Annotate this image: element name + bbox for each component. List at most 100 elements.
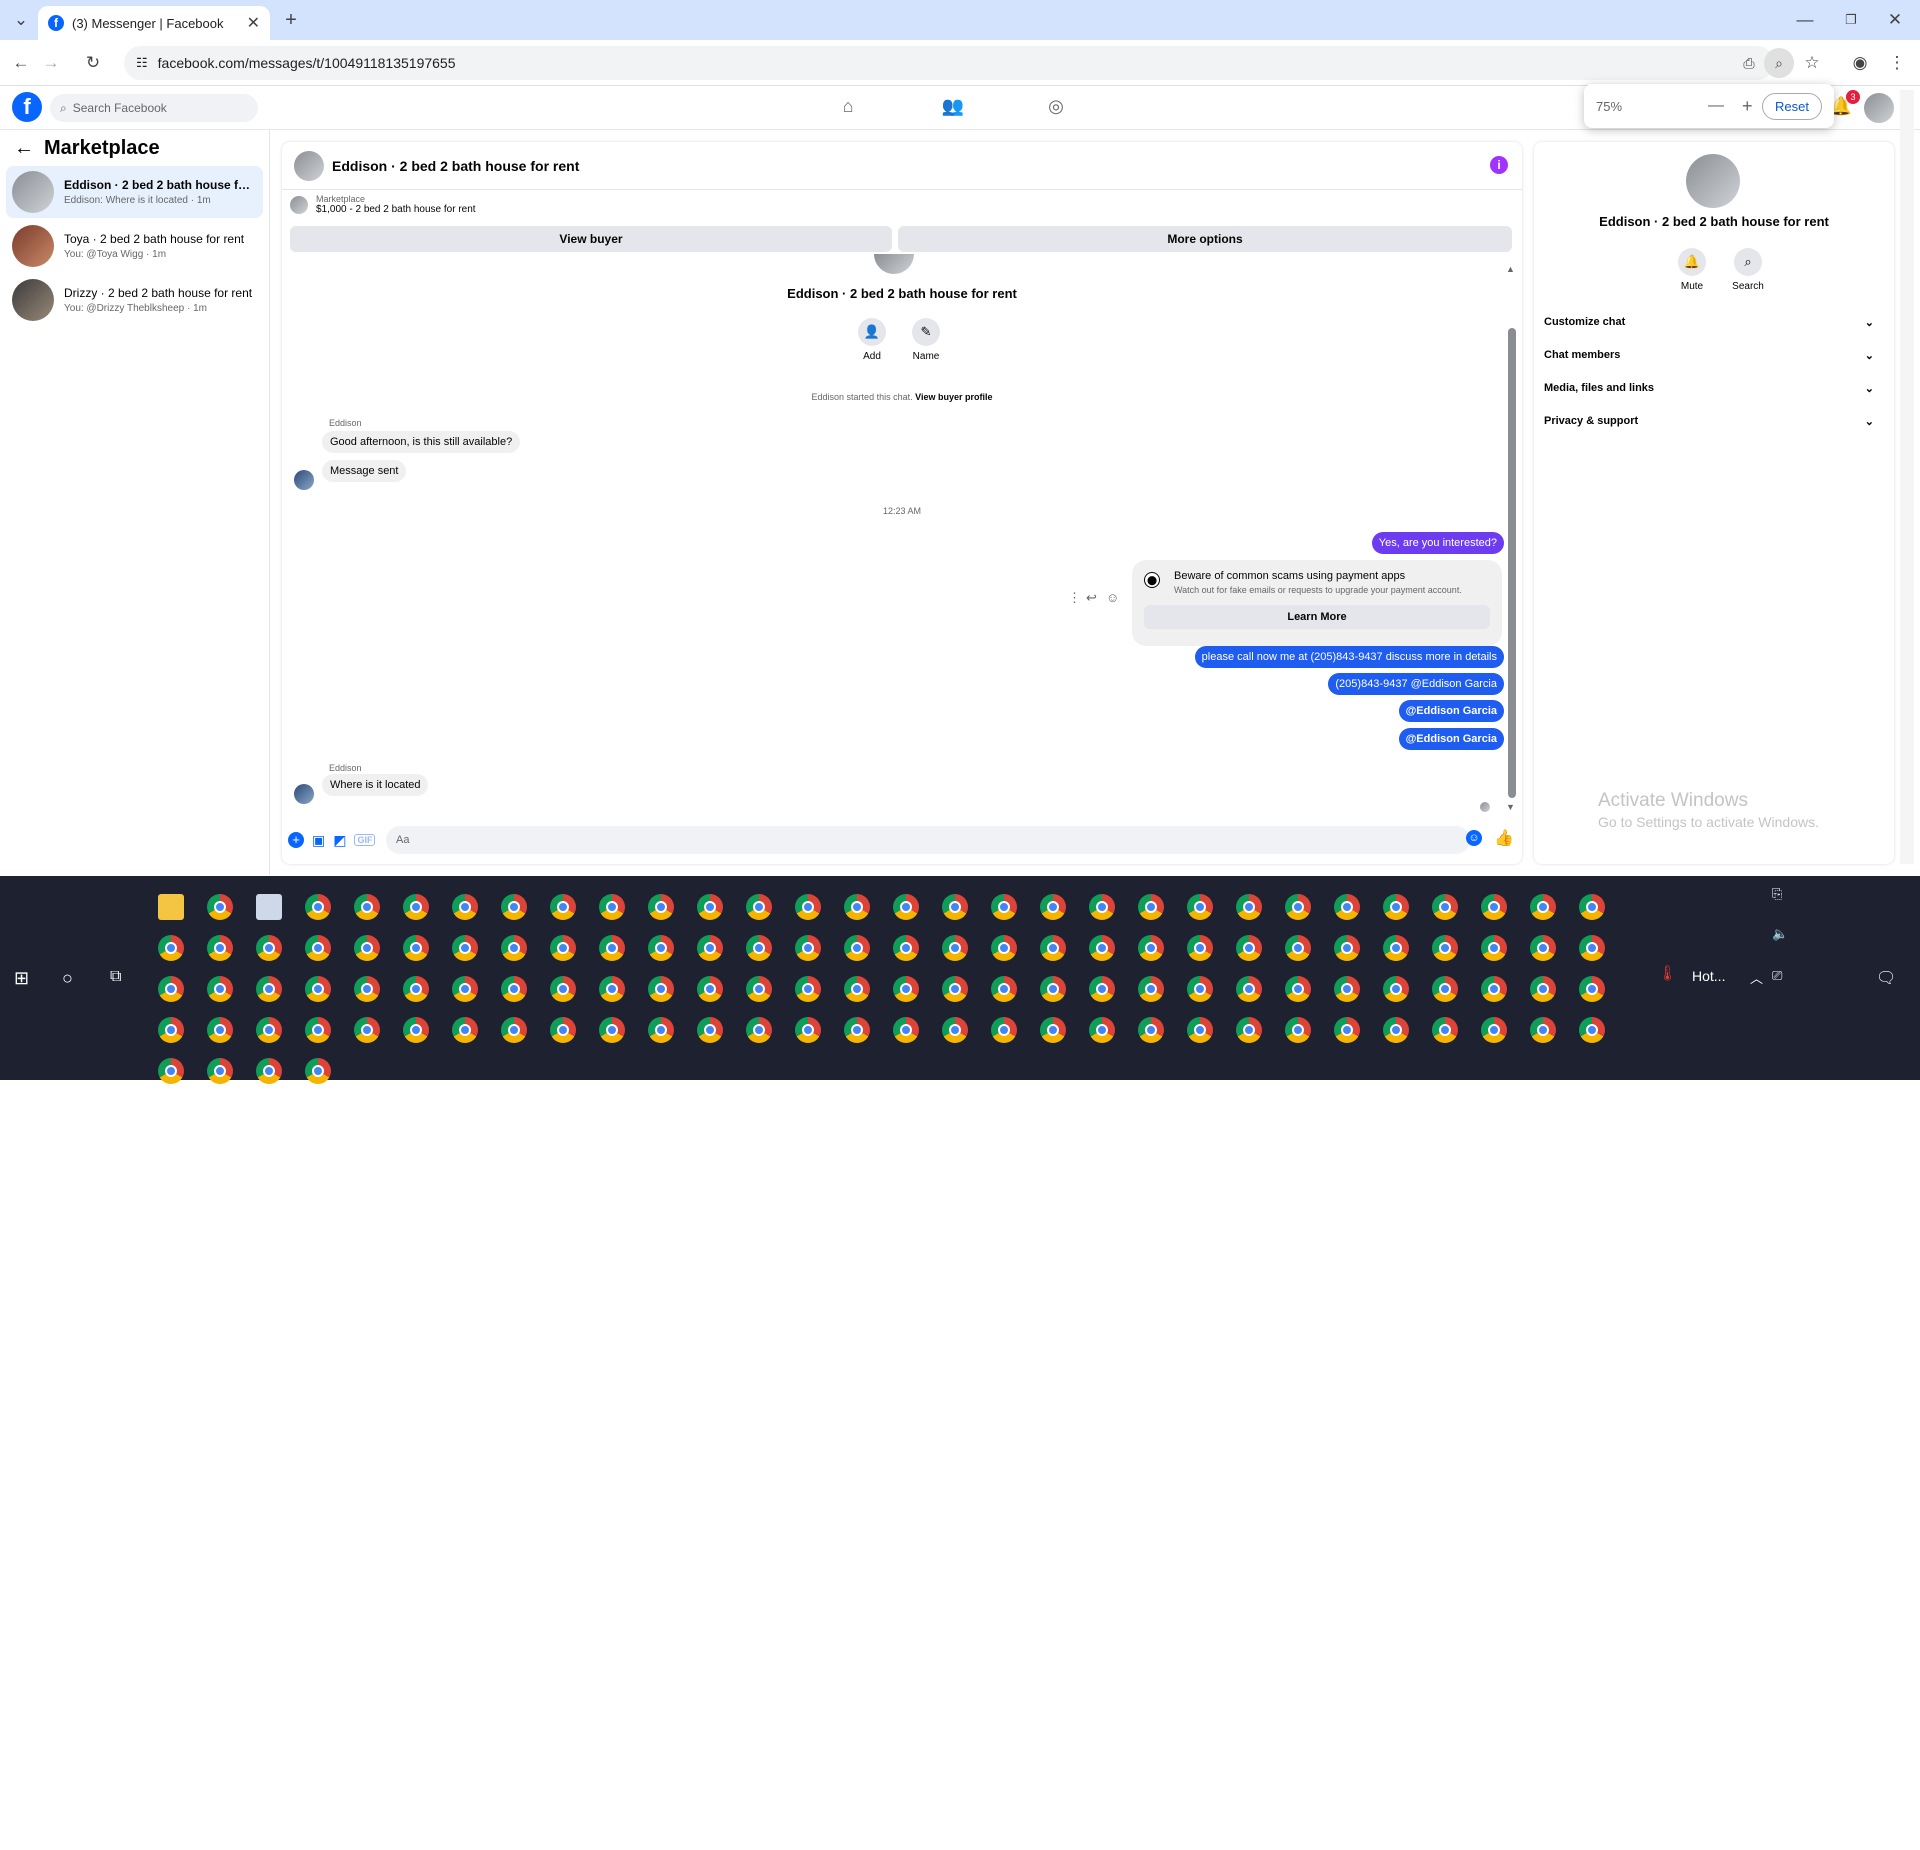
chrome-taskbar-icon[interactable] [1579, 976, 1605, 1002]
chrome-taskbar-icon[interactable] [305, 1058, 331, 1084]
plus-icon[interactable]: + [288, 832, 304, 848]
chrome-taskbar-icon[interactable] [158, 1058, 184, 1084]
chrome-taskbar-icon[interactable] [354, 935, 380, 961]
windows-start-icon[interactable]: ⊞ [14, 968, 29, 989]
add-people-button[interactable]: 👤 Add [852, 318, 892, 362]
chrome-taskbar-icon[interactable] [746, 976, 772, 1002]
chrome-taskbar-icon[interactable] [844, 1017, 870, 1043]
chrome-taskbar-icon[interactable] [1040, 935, 1066, 961]
chrome-taskbar-icon[interactable] [207, 1058, 233, 1084]
chrome-taskbar-icon[interactable] [1236, 894, 1262, 920]
chrome-taskbar-icon[interactable] [501, 1017, 527, 1043]
groups-icon[interactable]: ◎ [1043, 96, 1069, 120]
app-icon[interactable] [256, 894, 282, 920]
install-app-icon[interactable]: ⎙ [1734, 48, 1764, 78]
chrome-taskbar-icon[interactable] [158, 976, 184, 1002]
chrome-taskbar-icon[interactable] [1530, 976, 1556, 1002]
minimize-icon[interactable]: — [1790, 5, 1820, 35]
chrome-taskbar-icon[interactable] [991, 894, 1017, 920]
chrome-taskbar-icon[interactable] [452, 894, 478, 920]
chrome-taskbar-icon[interactable] [256, 1017, 282, 1043]
privacy-support-option[interactable]: Privacy & support ⌄ [1544, 415, 1874, 428]
close-window-icon[interactable]: ✕ [1880, 5, 1910, 35]
chrome-taskbar-icon[interactable] [697, 976, 723, 1002]
outgoing-message[interactable]: Yes, are you interested? [1371, 532, 1504, 554]
zoom-icon[interactable]: ⌕ [1764, 48, 1794, 78]
scroll-down-icon[interactable]: ▼ [1506, 802, 1515, 812]
chrome-taskbar-icon[interactable] [1138, 894, 1164, 920]
chrome-taskbar-icon[interactable] [1481, 1017, 1507, 1043]
chrome-taskbar-icon[interactable] [697, 935, 723, 961]
chrome-taskbar-icon[interactable] [1579, 894, 1605, 920]
chrome-taskbar-icon[interactable] [1285, 894, 1311, 920]
mute-button[interactable]: 🔔 Mute [1674, 248, 1710, 292]
chrome-taskbar-icon[interactable] [1432, 894, 1458, 920]
chrome-taskbar-icon[interactable] [305, 1017, 331, 1043]
chrome-taskbar-icon[interactable] [1383, 894, 1409, 920]
chrome-taskbar-icon[interactable] [256, 935, 282, 961]
chrome-taskbar-icon[interactable] [844, 976, 870, 1002]
chrome-taskbar-icon[interactable] [305, 976, 331, 1002]
chrome-taskbar-icon[interactable] [1383, 976, 1409, 1002]
chrome-taskbar-icon[interactable] [942, 976, 968, 1002]
chrome-taskbar-icon[interactable] [354, 976, 380, 1002]
page-scrollbar[interactable] [1900, 90, 1914, 864]
chrome-taskbar-icon[interactable] [452, 1017, 478, 1043]
incoming-message[interactable]: Message sent [322, 460, 407, 482]
chrome-taskbar-icon[interactable] [550, 1017, 576, 1043]
view-buyer-button[interactable]: View buyer [290, 226, 892, 252]
chrome-taskbar-icon[interactable] [648, 976, 674, 1002]
reply-icon[interactable]: ↩ [1086, 590, 1097, 606]
weather-icon[interactable]: 🌡 [1658, 964, 1677, 982]
chrome-taskbar-icon[interactable] [403, 894, 429, 920]
facebook-logo-icon[interactable]: f [12, 92, 42, 122]
chrome-taskbar-icon[interactable] [1334, 935, 1360, 961]
chrome-taskbar-icon[interactable] [158, 935, 184, 961]
outgoing-message[interactable]: @Eddison Garcia [1398, 700, 1504, 722]
chrome-taskbar-icon[interactable] [158, 1017, 184, 1043]
friends-icon[interactable]: 👥 [940, 96, 966, 120]
conversation-item[interactable]: Drizzy · 2 bed 2 bath house for rent You… [6, 274, 263, 326]
chrome-taskbar-icon[interactable] [1530, 894, 1556, 920]
chrome-taskbar-icon[interactable] [1579, 1017, 1605, 1043]
chrome-taskbar-icon[interactable] [550, 976, 576, 1002]
file-explorer-icon[interactable] [158, 894, 184, 920]
forward-icon[interactable]: → [36, 48, 66, 78]
chrome-taskbar-icon[interactable] [354, 1017, 380, 1043]
message-more-icon[interactable]: ⋮ [1068, 590, 1081, 606]
chrome-taskbar-icon[interactable] [1187, 935, 1213, 961]
chrome-taskbar-icon[interactable] [697, 894, 723, 920]
more-options-button[interactable]: More options [898, 226, 1512, 252]
scroll-up-icon[interactable]: ▲ [1506, 264, 1515, 274]
account-avatar[interactable] [1864, 93, 1894, 123]
chrome-taskbar-icon[interactable] [452, 935, 478, 961]
browser-tab[interactable]: f (3) Messenger | Facebook ✕ [38, 6, 270, 40]
chrome-taskbar-icon[interactable] [1040, 894, 1066, 920]
zoom-in-icon[interactable]: + [1742, 96, 1753, 117]
chrome-taskbar-icon[interactable] [942, 935, 968, 961]
chrome-taskbar-icon[interactable] [1530, 935, 1556, 961]
outgoing-message[interactable]: @Eddison Garcia [1398, 728, 1504, 750]
incoming-message[interactable]: Good afternoon, is this still available? [322, 431, 521, 453]
chrome-taskbar-icon[interactable] [403, 935, 429, 961]
chrome-taskbar-icon[interactable] [1138, 976, 1164, 1002]
chrome-taskbar-icon[interactable] [256, 976, 282, 1002]
photo-icon[interactable]: ▣ [312, 832, 325, 849]
chrome-taskbar-icon[interactable] [305, 894, 331, 920]
like-thumb-icon[interactable]: 👍 [1494, 828, 1514, 848]
back-arrow-icon[interactable]: ← [14, 137, 34, 160]
media-files-option[interactable]: Media, files and links ⌄ [1544, 382, 1874, 395]
site-info-icon[interactable]: ☷ [136, 55, 148, 71]
chrome-taskbar-icon[interactable] [256, 1058, 282, 1084]
chrome-taskbar-icon[interactable] [1089, 894, 1115, 920]
taskbar-clock[interactable]: 12:24 am Saturday 12/07/2025 [1790, 1790, 1880, 1850]
chrome-taskbar-icon[interactable] [1089, 935, 1115, 961]
profile-icon[interactable]: ◉ [1845, 48, 1875, 78]
weather-label[interactable]: Hot... [1692, 968, 1725, 984]
menu-kebab-icon[interactable]: ⋮ [1882, 48, 1912, 78]
tab-search-icon[interactable]: ⌄ [6, 5, 36, 35]
chrome-taskbar-icon[interactable] [599, 976, 625, 1002]
chrome-taskbar-icon[interactable] [305, 935, 331, 961]
chrome-taskbar-icon[interactable] [1481, 894, 1507, 920]
device-icon[interactable]: ⎘ [1772, 886, 1782, 902]
